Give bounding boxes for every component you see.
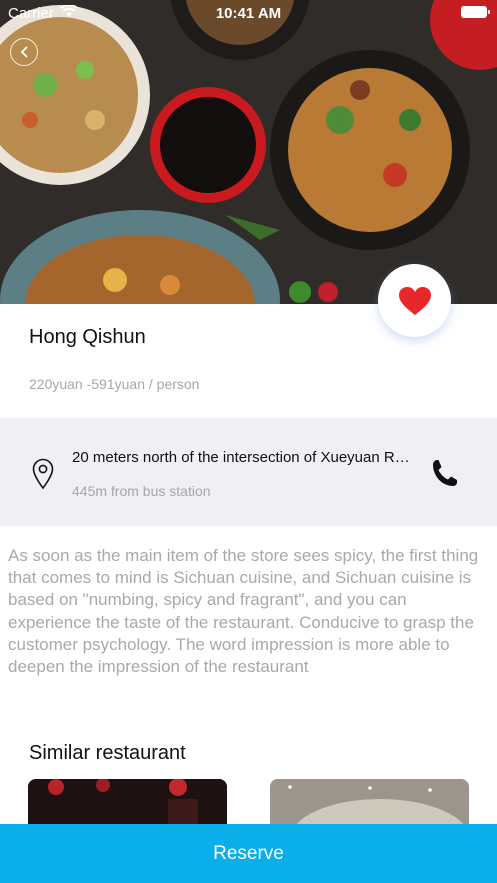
- address-section: 20 meters north of the intersection of X…: [0, 418, 497, 526]
- price-range: 220yuan -591yuan / person: [29, 376, 200, 392]
- status-bar: Carrier 10:41 AM: [0, 0, 497, 26]
- restaurant-description: As soon as the main item of the store se…: [8, 546, 479, 677]
- hero-food-image: [0, 0, 497, 304]
- location-pin-icon: [32, 458, 54, 489]
- back-arrow-icon: [20, 46, 28, 58]
- back-button[interactable]: [10, 38, 38, 66]
- heart-icon: [399, 287, 431, 315]
- restaurant-name: Hong Qishun: [29, 326, 146, 348]
- favorite-button[interactable]: [378, 264, 451, 337]
- similar-heading: Similar restaurant: [29, 742, 186, 764]
- phone-icon[interactable]: [432, 459, 458, 487]
- reserve-button[interactable]: Reserve: [0, 824, 497, 883]
- battery-icon: [461, 6, 490, 18]
- restaurant-address: 20 meters north of the intersection of X…: [72, 449, 417, 466]
- distance-info: 445m from bus station: [72, 483, 211, 499]
- clock: 10:41 AM: [215, 5, 282, 22]
